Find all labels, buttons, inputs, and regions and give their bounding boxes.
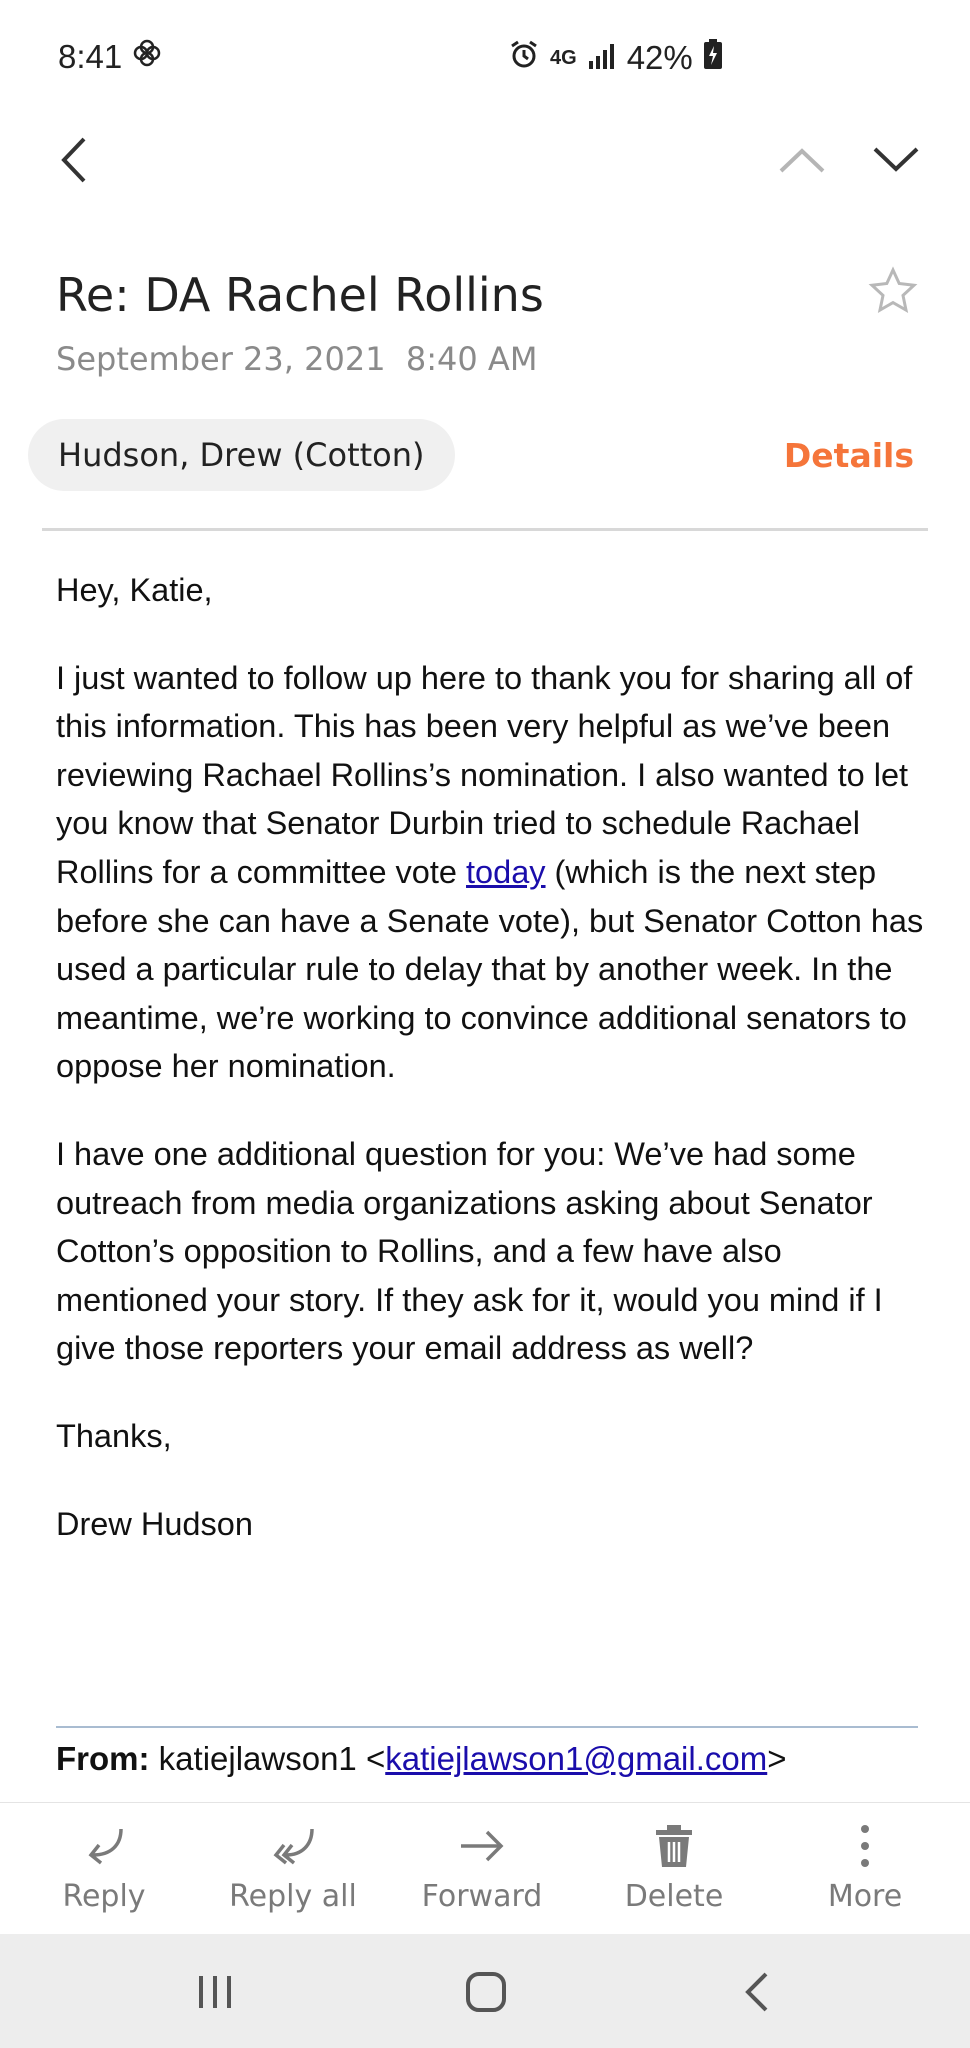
system-back-button[interactable] (722, 1962, 792, 2022)
sender-chip[interactable]: Hudson, Drew (Cotton) (28, 419, 455, 491)
closing: Thanks, (56, 1417, 172, 1454)
recent-apps-icon (199, 1976, 231, 2008)
back-button[interactable] (44, 130, 104, 190)
status-indicators: 4G 42% (508, 38, 723, 78)
email-date-time: 8:40 AM (405, 340, 538, 378)
alarm-icon (508, 38, 540, 78)
trash-icon (656, 1825, 692, 1867)
chevron-down-icon (873, 147, 919, 172)
paragraph-2: I have one additional question for you: … (56, 1135, 883, 1367)
today-link[interactable]: today (466, 854, 546, 890)
status-time: 8:41 (58, 38, 123, 75)
delete-button[interactable]: Delete (589, 1823, 759, 1914)
reply-all-icon (273, 1828, 314, 1865)
forward-icon (461, 1830, 504, 1862)
header-divider (42, 528, 928, 531)
from-email-link[interactable]: katiejlawson1@gmail.com (385, 1740, 767, 1777)
battery-charging-icon (703, 39, 723, 77)
details-link[interactable]: Details (784, 436, 914, 475)
email-date: September 23, 2021 8:40 AM (56, 340, 537, 378)
reply-all-label: Reply all (229, 1879, 357, 1914)
email-body: Hey, Katie, I just wanted to follow up h… (56, 566, 926, 1587)
quote-divider (56, 1726, 918, 1728)
home-icon (466, 1972, 506, 2012)
reply-label: Reply (62, 1879, 146, 1914)
from-name: katiejlawson1 (158, 1740, 357, 1777)
next-email-button[interactable] (866, 130, 926, 190)
greeting: Hey, Katie, (56, 572, 213, 608)
network-type: 4G (550, 46, 577, 69)
reply-icon (88, 1828, 123, 1865)
reply-button[interactable]: Reply (19, 1823, 189, 1914)
home-button[interactable] (451, 1962, 521, 2022)
more-label: More (827, 1879, 903, 1914)
email-subject: Re: DA Rachel Rollins (56, 268, 544, 322)
email-date-day: September 23, 2021 (56, 340, 386, 378)
more-button[interactable]: More (780, 1823, 950, 1914)
forward-button[interactable]: Forward (397, 1823, 567, 1914)
delete-label: Delete (624, 1879, 724, 1914)
signature: Drew Hudson (56, 1505, 253, 1542)
quoted-from-line: From: katiejlawson1 <katiejlawson1@gmail… (56, 1740, 787, 1777)
system-nav-bar (0, 1934, 970, 2048)
action-bar: Reply Reply all Forward Delete More (0, 1802, 970, 1935)
previous-email-button[interactable] (772, 130, 832, 190)
status-time-group: 8:41 (58, 38, 162, 76)
battery-level: 42% (626, 39, 693, 76)
forward-label: Forward (421, 1879, 543, 1914)
star-button[interactable] (868, 266, 918, 321)
signal-icon (587, 39, 617, 77)
fan-icon (132, 38, 162, 76)
back-arrow-icon (745, 1972, 768, 2012)
paragraph-1: I just wanted to follow up here to thank… (56, 654, 926, 1091)
email-toolbar (0, 120, 970, 210)
recent-apps-button[interactable] (180, 1962, 250, 2022)
more-vertical-icon (861, 1825, 869, 1867)
chevron-left-icon (61, 137, 86, 183)
star-icon (868, 266, 918, 313)
from-label: From: (56, 1740, 150, 1777)
reply-all-button[interactable]: Reply all (208, 1823, 378, 1914)
chevron-up-icon (779, 148, 825, 173)
status-bar: 8:41 4G 42% (0, 0, 970, 120)
